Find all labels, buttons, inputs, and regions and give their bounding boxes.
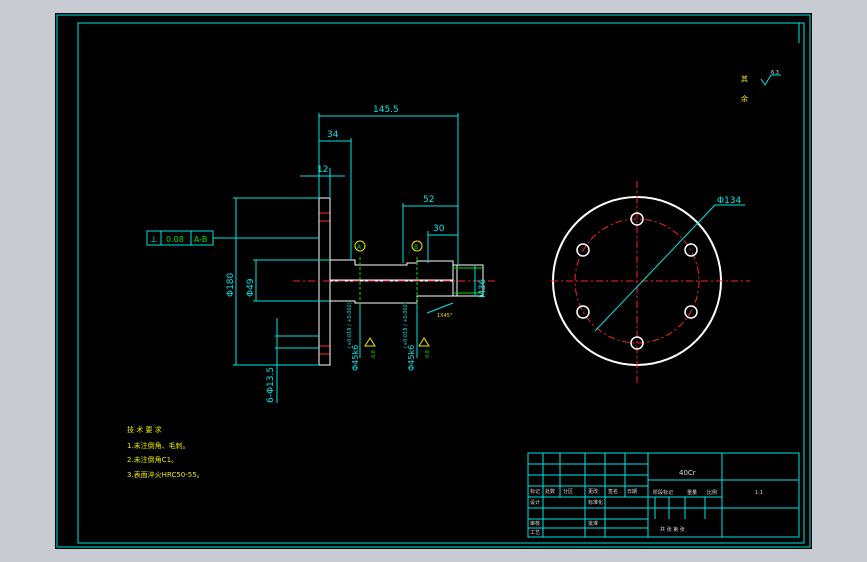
roughness-symbol-icon <box>760 74 781 86</box>
section-view <box>293 197 495 366</box>
top-dimensions: 145.5 34 12 52 30 <box>300 105 459 265</box>
title-block: 40Cr 标记 处数 分区 更改 签名 日期 设计 标准化 审核 工艺 批准 阶… <box>527 452 800 538</box>
svg-text:签名: 签名 <box>608 488 618 495</box>
engineering-drawing: 其 余 6.3 145.5 34 12 52 30 ⊥ 0.08 A-B Φ18… <box>56 14 811 548</box>
tolerance-value: 0.08 <box>166 235 184 244</box>
dim-phi49: Φ49 <box>246 278 256 297</box>
tolerance-datum: A-B <box>194 235 207 244</box>
roughness-label-2: 余 <box>741 94 748 103</box>
svg-text:审核: 审核 <box>530 520 540 527</box>
inner-border <box>77 22 805 544</box>
perpendicularity-icon: ⊥ <box>150 235 158 245</box>
svg-text:1:1: 1:1 <box>755 490 763 496</box>
svg-text:日期: 日期 <box>627 489 637 495</box>
svg-text:处数: 处数 <box>545 488 555 495</box>
dim-holes: 6-Φ13.5 <box>266 367 276 403</box>
svg-text:阶段标记: 阶段标记 <box>653 489 673 496</box>
dim-52: 52 <box>423 195 434 205</box>
svg-text:共 张 第 张: 共 张 第 张 <box>660 526 685 533</box>
svg-text:分区: 分区 <box>563 488 573 495</box>
svg-text:批准: 批准 <box>588 520 598 527</box>
dim-12: 12 <box>317 165 328 175</box>
svg-text:标记: 标记 <box>530 488 540 495</box>
svg-text:重量: 重量 <box>687 489 697 496</box>
tech-req-title: 技 术 要 求 <box>127 425 162 434</box>
dim-phi45-a-tol: (+0.018 / +0.002) <box>347 302 353 348</box>
flange-end-view: Φ134 <box>551 181 750 383</box>
svg-text:标准化: 标准化 <box>588 499 603 506</box>
bolt-hole <box>576 305 590 319</box>
dim-30: 30 <box>433 224 445 234</box>
dim-overall: 145.5 <box>373 105 399 115</box>
roughness-value: 6.3 <box>771 70 779 76</box>
technical-requirements: 技 术 要 求 1.未注倒角、毛刺。 2.未注倒角C1。 3.表面淬火HRC50… <box>127 425 204 479</box>
tech-req-item-2: 2.未注倒角C1。 <box>127 455 178 464</box>
left-dimensions: Φ180 Φ49 6-Φ13.5 <box>226 197 330 403</box>
drawing-sheet: 其 余 6.3 145.5 34 12 52 30 ⊥ 0.08 A-B Φ18… <box>55 13 812 549</box>
svg-text:更改: 更改 <box>588 488 598 495</box>
svg-text:工艺: 工艺 <box>530 530 540 536</box>
dim-m36: M36 <box>478 279 488 298</box>
roughness-b: 0.8 <box>425 350 431 358</box>
tech-req-item-3: 3.表面淬火HRC50-55。 <box>127 470 204 479</box>
roughness-a: 0.8 <box>371 350 377 358</box>
svg-text:B: B <box>414 244 418 251</box>
roughness-label-1: 其 <box>741 75 748 83</box>
dim-34: 34 <box>327 130 339 140</box>
dim-phi134: Φ134 <box>717 196 742 206</box>
dim-phi45-b-tol: (+0.018 / +0.002) <box>403 302 409 348</box>
svg-text:比例: 比例 <box>707 489 717 496</box>
dim-chamfer: 1X45° <box>437 313 453 319</box>
tech-req-item-1: 1.未注倒角、毛刺。 <box>127 441 190 450</box>
svg-text:A: A <box>357 244 362 251</box>
svg-text:设计: 设计 <box>530 499 540 506</box>
material: 40Cr <box>679 469 696 477</box>
geometric-tolerance-frame: ⊥ 0.08 A-B <box>146 230 319 246</box>
dim-phi180: Φ180 <box>226 272 236 297</box>
